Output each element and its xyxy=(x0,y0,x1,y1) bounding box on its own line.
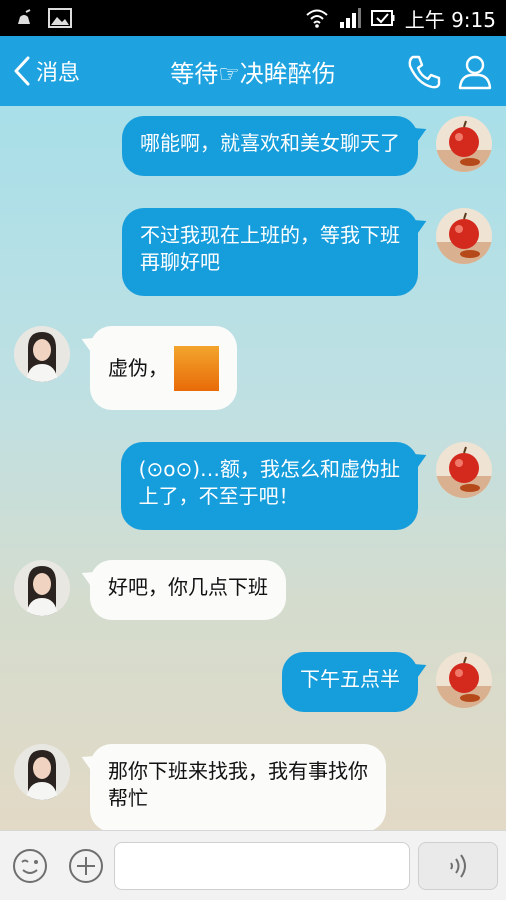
message-bubble[interactable]: 不过我现在上班的，等我下班 再聊好吧 xyxy=(122,208,418,296)
self-avatar[interactable] xyxy=(436,208,492,264)
message-bubble[interactable]: 哪能啊，就喜欢和美女聊天了 xyxy=(122,116,418,176)
message-input[interactable] xyxy=(114,842,410,890)
message-bubble[interactable]: 下午五点半 xyxy=(282,652,418,712)
plus-icon xyxy=(69,849,103,883)
notification-icon xyxy=(18,9,31,24)
apple-avatar-icon xyxy=(436,116,492,172)
orange-sticker xyxy=(174,345,219,391)
contact-avatar[interactable] xyxy=(14,326,70,382)
status-left xyxy=(14,8,72,28)
voice-button[interactable] xyxy=(418,842,498,890)
message-row: 下午五点半 xyxy=(0,650,506,716)
chat-area[interactable]: 哪能啊，就喜欢和美女聊天了 不过我现在上班的，等我下班 再聊好吧 虚伪， (⊙o… xyxy=(0,106,506,830)
message-text: 下午五点半 xyxy=(300,667,400,691)
message-text: 上了，不至于吧！ xyxy=(138,484,299,508)
message-row: 那你下班来找我，我有事找你 帮忙 xyxy=(0,742,506,830)
phone-icon xyxy=(408,55,441,89)
woman-avatar-icon xyxy=(14,744,70,800)
message-bubble[interactable]: 好吧，你几点下班 xyxy=(90,560,286,620)
woman-avatar-icon xyxy=(14,560,70,616)
message-row: 好吧，你几点下班 xyxy=(0,558,506,624)
self-avatar[interactable] xyxy=(436,652,492,708)
apple-avatar-icon xyxy=(436,208,492,264)
title-bar: 消息 等待☞决眸醉伤 xyxy=(0,36,506,106)
message-row: 不过我现在上班的，等我下班 再聊好吧 xyxy=(0,206,506,298)
input-bar xyxy=(0,830,506,900)
plus-button[interactable] xyxy=(66,846,106,886)
profile-button[interactable] xyxy=(455,52,495,92)
status-time: 上午 9:15 xyxy=(404,7,496,32)
emoji-icon xyxy=(13,849,47,883)
self-avatar[interactable] xyxy=(436,116,492,172)
contact-avatar[interactable] xyxy=(14,560,70,616)
message-text: 帮忙 xyxy=(108,786,148,810)
battery-icon xyxy=(370,10,395,26)
woman-avatar-icon xyxy=(14,326,70,382)
message-text: 再聊好吧 xyxy=(140,250,220,274)
message-bubble[interactable]: 虚伪， xyxy=(90,326,237,410)
apple-avatar-icon xyxy=(436,442,492,498)
gallery-icon xyxy=(48,8,72,28)
message-row: 哪能啊，就喜欢和美女聊天了 xyxy=(0,114,506,180)
message-text: 好吧，你几点下班 xyxy=(108,575,268,599)
apple-avatar-icon xyxy=(436,652,492,708)
signal-icon xyxy=(339,8,361,28)
back-label: 消息 xyxy=(36,61,81,86)
message-bubble[interactable]: (⊙o⊙)…额，我怎么和虚伪扯 上了，不至于吧！ xyxy=(120,442,418,530)
message-text: 虚伪， xyxy=(108,355,168,380)
message-text: (⊙o⊙)…额，我怎么和虚伪扯 xyxy=(138,457,400,481)
message-row: 虚伪， xyxy=(0,324,506,414)
self-avatar[interactable] xyxy=(436,442,492,498)
profile-icon xyxy=(458,55,492,90)
message-bubble[interactable]: 那你下班来找我，我有事找你 帮忙 xyxy=(90,744,386,830)
message-row: (⊙o⊙)…额，我怎么和虚伪扯 上了，不至于吧！ xyxy=(0,440,506,532)
contact-avatar[interactable] xyxy=(14,744,70,800)
emoji-button[interactable] xyxy=(10,846,50,886)
chevron-left-icon xyxy=(14,56,30,86)
message-text: 不过我现在上班的，等我下班 xyxy=(140,223,400,247)
phone-button[interactable] xyxy=(404,52,444,92)
back-button[interactable]: 消息 xyxy=(12,36,80,106)
message-text: 哪能啊，就喜欢和美女聊天了 xyxy=(140,131,400,155)
wifi-icon xyxy=(306,9,328,28)
status-bar: 上午 9:15 xyxy=(0,0,506,36)
status-right: 上午 9:15 xyxy=(305,4,496,33)
voice-icon xyxy=(450,854,466,878)
message-text: 那你下班来找我，我有事找你 xyxy=(108,759,368,783)
